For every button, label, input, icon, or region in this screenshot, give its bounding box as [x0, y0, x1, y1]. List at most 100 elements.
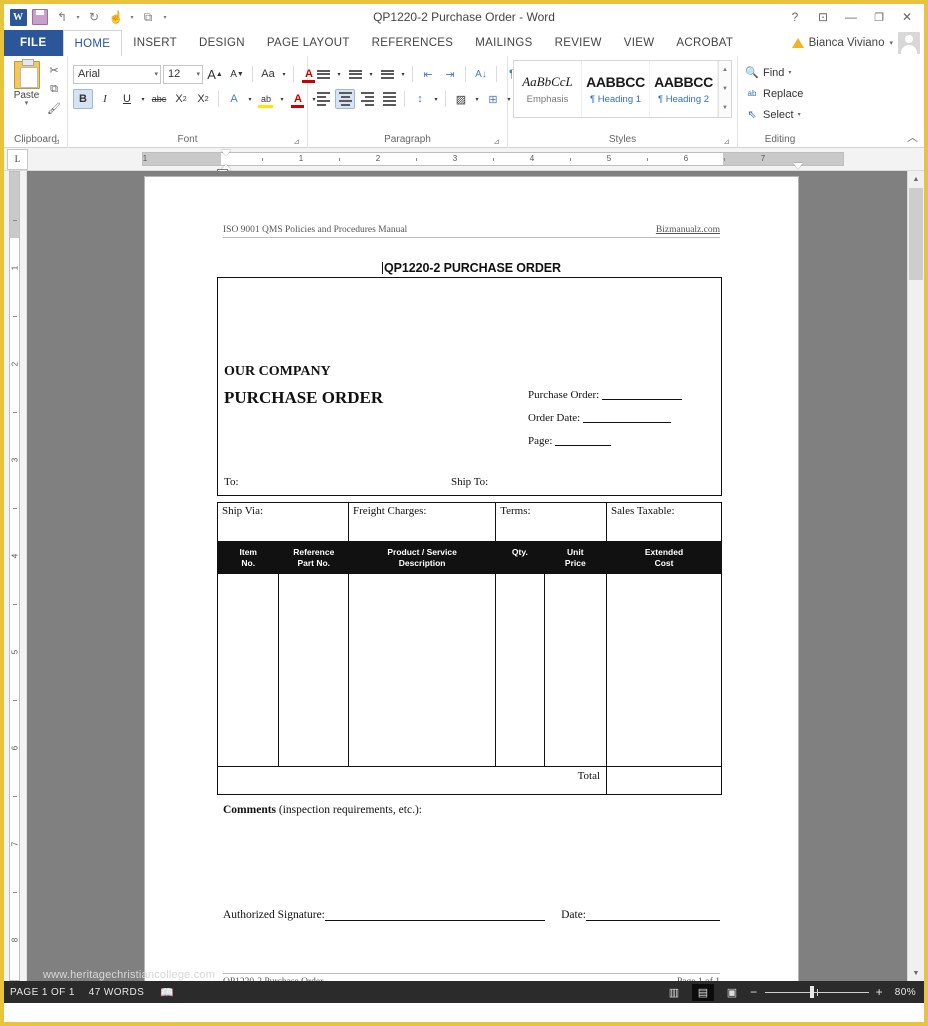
bullets-icon[interactable]: [313, 64, 333, 84]
line-items-table[interactable]: Ship Via: Freight Charges: Terms: Sales …: [216, 502, 722, 795]
find-caret-icon[interactable]: ▾: [788, 69, 791, 76]
window-controls[interactable]: ? ⊡ — ❐ ✕: [782, 4, 920, 30]
zoom-out-button[interactable]: −: [750, 985, 757, 999]
cell-description[interactable]: [348, 573, 497, 767]
text-effects-icon[interactable]: A: [224, 89, 244, 109]
save-icon[interactable]: [30, 7, 50, 27]
clipboard-dialog-launcher-icon[interactable]: ⊿: [53, 134, 60, 149]
align-left-button[interactable]: [313, 89, 333, 109]
font-name-combo[interactable]: Arial ▾: [73, 64, 161, 84]
underline-button[interactable]: U: [117, 89, 137, 109]
total-value-cell[interactable]: [606, 766, 722, 795]
undo-dropdown-icon[interactable]: ▾: [74, 7, 82, 27]
line-spacing-caret-icon[interactable]: ▾: [432, 89, 440, 109]
sort-icon[interactable]: A↓: [471, 64, 491, 84]
close-icon[interactable]: ✕: [894, 6, 920, 28]
scroll-down-icon[interactable]: ▼: [908, 965, 924, 981]
highlight-icon[interactable]: ab: [256, 89, 276, 109]
borders-icon[interactable]: ⊞: [483, 89, 503, 109]
page-blank[interactable]: [555, 434, 612, 446]
tab-design[interactable]: DESIGN: [188, 30, 256, 56]
customize-qat-icon[interactable]: ▾: [160, 7, 170, 27]
word-logo-icon[interactable]: W: [8, 7, 28, 27]
avatar[interactable]: [898, 32, 920, 54]
vertical-ruler[interactable]: 1 2 3 4 5 6 7 8: [4, 171, 27, 981]
subscript-button[interactable]: X2: [171, 89, 191, 109]
cell-qty[interactable]: [495, 573, 545, 767]
account-caret-icon[interactable]: ▾: [889, 39, 893, 47]
cut-icon[interactable]: ✂: [46, 62, 62, 78]
shrink-font-icon[interactable]: A ▼: [227, 64, 247, 84]
superscript-button[interactable]: X2: [193, 89, 213, 109]
cell-unit-price[interactable]: [543, 573, 608, 767]
change-case-icon[interactable]: Aa: [258, 64, 278, 84]
style-heading-2[interactable]: AABBCC ¶ Heading 2: [650, 61, 718, 117]
paste-dropdown-icon[interactable]: ▾: [25, 100, 29, 107]
font-size-combo[interactable]: 12 ▾: [163, 64, 203, 84]
increase-indent-icon[interactable]: ⇥: [440, 64, 460, 84]
copy-qat-icon[interactable]: ⧉: [138, 7, 158, 27]
replace-button[interactable]: ab Replace: [743, 84, 804, 103]
align-center-button[interactable]: [335, 89, 355, 109]
align-right-button[interactable]: [357, 89, 377, 109]
copy-icon[interactable]: ⧉: [46, 81, 62, 97]
tab-references[interactable]: REFERENCES: [361, 30, 465, 56]
numbering-icon[interactable]: [345, 64, 365, 84]
change-case-caret-icon[interactable]: ▾: [280, 64, 288, 84]
date-blank[interactable]: [586, 907, 720, 921]
tab-review[interactable]: REVIEW: [544, 30, 613, 56]
strikethrough-button[interactable]: abc: [149, 89, 169, 109]
tab-view[interactable]: VIEW: [613, 30, 666, 56]
right-indent-marker[interactable]: [793, 163, 803, 169]
bold-button[interactable]: B: [73, 89, 93, 109]
print-layout-button[interactable]: ▤: [692, 983, 715, 1001]
tab-page-layout[interactable]: PAGE LAYOUT: [256, 30, 361, 56]
cell-freight-charges[interactable]: Freight Charges:: [348, 502, 497, 542]
undo-icon[interactable]: ↰: [52, 7, 72, 27]
cell-item-no[interactable]: [216, 573, 280, 767]
cell-sales-taxable[interactable]: Sales Taxable:: [606, 502, 722, 542]
font-dialog-launcher-icon[interactable]: ⊿: [293, 134, 300, 149]
multilevel-list-icon[interactable]: [377, 64, 397, 84]
tab-mailings[interactable]: MAILINGS: [464, 30, 543, 56]
shading-icon[interactable]: ▨: [451, 89, 471, 109]
proofing-errors-icon[interactable]: 📖: [158, 984, 176, 1000]
shading-caret-icon[interactable]: ▾: [473, 89, 481, 109]
purchase-order-blank[interactable]: [601, 388, 682, 400]
redo-icon[interactable]: ↻: [84, 7, 104, 27]
paste-icon[interactable]: [13, 59, 40, 89]
word-count[interactable]: 47 WORDS: [89, 987, 144, 998]
font-color-icon[interactable]: A: [288, 89, 308, 109]
select-button[interactable]: ⇖ Select ▾: [743, 105, 800, 124]
decrease-indent-icon[interactable]: ⇤: [418, 64, 438, 84]
font-name-caret-icon[interactable]: ▾: [151, 70, 158, 78]
tab-home[interactable]: HOME: [62, 30, 123, 56]
cell-extended-cost[interactable]: [606, 573, 722, 767]
styles-scroll-up-icon[interactable]: ▲: [719, 61, 731, 79]
touch-mode-icon[interactable]: ☝: [106, 7, 126, 27]
account-area[interactable]: Bianca Viviano ▾: [791, 30, 920, 56]
zoom-slider[interactable]: [764, 985, 869, 999]
read-mode-button[interactable]: ▥: [663, 984, 685, 1001]
styles-dialog-launcher-icon[interactable]: ⊿: [723, 134, 730, 149]
page-indicator[interactable]: PAGE 1 OF 1: [10, 987, 75, 998]
signature-blank[interactable]: [324, 907, 546, 921]
collapse-ribbon-icon[interactable]: ︿: [907, 129, 918, 145]
scroll-thumb[interactable]: [909, 188, 923, 280]
tab-stop-selector[interactable]: L: [7, 148, 28, 170]
underline-caret-icon[interactable]: ▾: [139, 89, 147, 109]
scroll-up-icon[interactable]: ▲: [908, 171, 924, 187]
touch-mode-dropdown-icon[interactable]: ▾: [128, 7, 136, 27]
cell-terms[interactable]: Terms:: [495, 502, 608, 542]
zoom-level[interactable]: 80%: [890, 987, 916, 998]
vertical-scrollbar[interactable]: ▲ ▼: [907, 171, 924, 981]
numbering-caret-icon[interactable]: ▾: [367, 64, 375, 84]
account-name[interactable]: Bianca Viviano: [809, 37, 885, 49]
line-spacing-icon[interactable]: ↕: [410, 89, 430, 109]
ribbon-display-options-icon[interactable]: ⊡: [810, 6, 836, 28]
paragraph-dialog-launcher-icon[interactable]: ⊿: [493, 134, 500, 149]
style-heading-1[interactable]: AABBCC ¶ Heading 1: [582, 61, 650, 117]
horizontal-ruler[interactable]: 1 1 2 3 4 5 6 7: [142, 150, 844, 176]
bullets-caret-icon[interactable]: ▾: [335, 64, 343, 84]
justify-button[interactable]: [379, 89, 399, 109]
